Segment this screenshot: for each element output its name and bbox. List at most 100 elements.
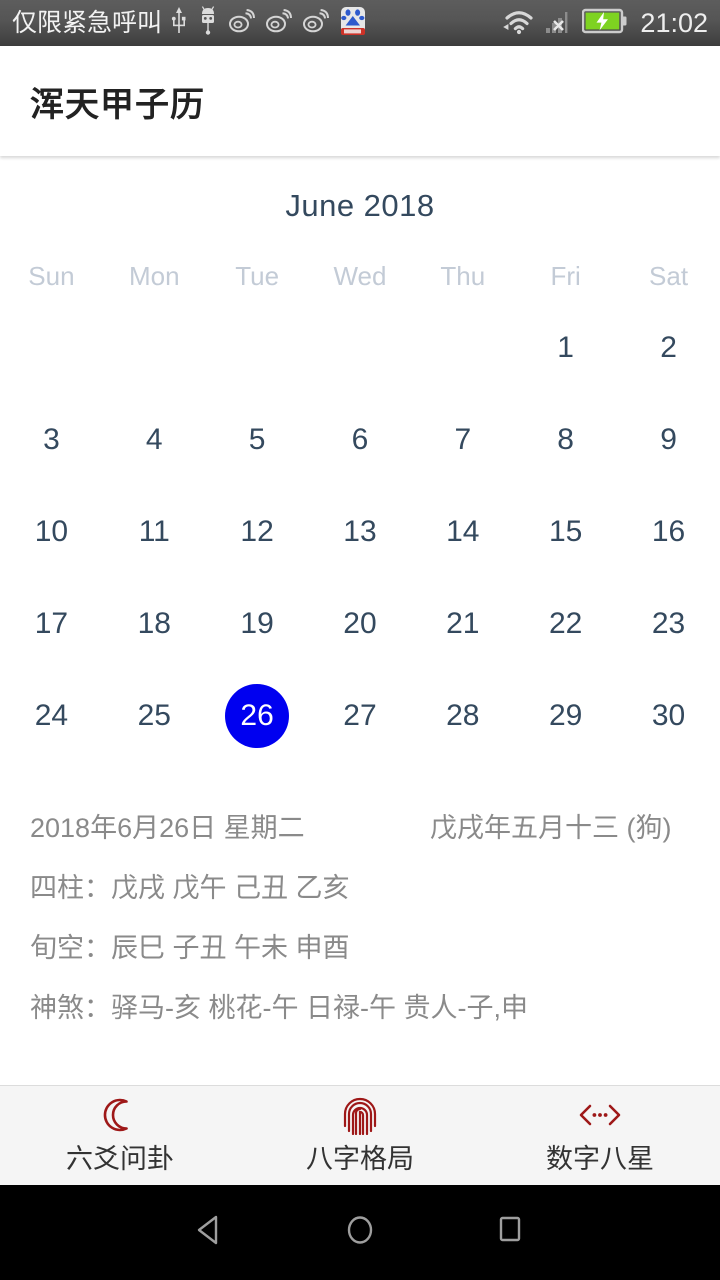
calendar-day-number: 4 [145,423,163,456]
tab-bazi-pattern[interactable]: 八字格局 [240,1095,480,1176]
status-clock: 21:02 [640,7,708,38]
page-title: 浑天甲子历 [30,85,205,124]
calendar-day-number: 14 [446,515,480,548]
calendar-day-cell[interactable]: 4 [103,394,206,486]
calendar-day-empty [103,302,206,394]
weekday-header-thu: Thu [440,260,486,291]
calendar-day-number: 5 [248,423,266,456]
calendar-day-number: 11 [138,515,170,548]
weekday-header-fri: Fri [550,260,581,291]
calendar-week-row: 12 [0,302,720,394]
calendar-day-cell[interactable]: 24 [0,670,103,762]
calendar-day-cell[interactable]: 30 [617,670,720,762]
calendar-day-cell[interactable]: 3 [0,394,103,486]
calendar-day-cell[interactable]: 28 [411,670,514,762]
calendar-day-cell[interactable]: 6 [309,394,412,486]
calendar-day-cell[interactable]: 1 [514,302,617,394]
recents-button[interactable] [435,1213,585,1252]
baidu-icon [340,6,366,41]
weibo-icon [266,8,293,38]
calendar-day-cell[interactable]: 8 [514,394,617,486]
calendar-day-cell[interactable]: 20 [309,578,412,670]
tab-liuyao-divination[interactable]: 六爻问卦 [0,1095,240,1176]
calendar-day-cell[interactable]: 25 [103,670,206,762]
status-notification-icons [171,5,366,41]
no-sim-signal-icon [545,7,573,40]
calendar-day-empty [0,302,103,394]
back-button[interactable] [135,1213,285,1252]
weekday-header-wed: Wed [333,260,387,291]
calendar-day-number: 17 [34,607,69,640]
calendar-day-cell[interactable]: 23 [617,578,720,670]
calendar-day-cell[interactable]: 14 [411,486,514,578]
calendar-week-row: 10 11 12 13 14 15 16 [0,486,720,578]
calendar-day-number: 2 [660,331,677,364]
lunar-date: 戊戌年五月十三 (狗) [430,813,672,843]
calendar-day-number: 8 [557,423,574,456]
calendar-day-number: 21 [446,607,480,640]
calendar-day-selected[interactable]: 26 [206,670,309,762]
usb-icon [171,6,187,40]
calendar-week-row: 3 4 5 6 7 8 9 [0,394,720,486]
back-icon [193,1213,227,1252]
calendar-day-number: 10 [34,515,69,548]
weekday-header-mon: Mon [128,260,180,291]
calendar-weekday-row: Sun Mon Tue Wed Thu Fri Sat [0,250,720,302]
calendar-day-number: 9 [660,423,677,456]
calendar-day-cell[interactable]: 16 [617,486,720,578]
info-row-date: 2018年6月26日 星期二 戊戌年五月十三 (狗) [30,798,720,858]
android-nav-bar [0,1185,720,1280]
carrier-label: 仅限紧急呼叫 [12,8,163,37]
calendar-day-empty [309,302,412,394]
status-bar: 仅限紧急呼叫 21:02 [0,0,720,46]
calendar-day-number: 3 [43,423,60,456]
calendar-day-cell[interactable]: 9 [617,394,720,486]
calendar-day-number: 23 [651,607,686,640]
calendar-day-cell[interactable]: 15 [514,486,617,578]
bottom-tab-bar: 六爻问卦 八字格局 数字八星 [0,1085,720,1185]
info-row-four-pillars: 四柱：戊戌 戊午 己丑 乙亥 [30,873,350,903]
weibo-icon [229,8,256,38]
calendar-day-cell[interactable]: 2 [617,302,720,394]
calendar-day-number: 6 [351,423,369,456]
calendar-day-cell[interactable]: 18 [103,578,206,670]
calendar-day-cell[interactable]: 22 [514,578,617,670]
calendar-day-number: 20 [343,607,377,640]
calendar-day-cell[interactable]: 29 [514,670,617,762]
calendar-month-label: June 2018 [285,188,435,223]
calendar-day-empty [411,302,514,394]
calendar-day-cell[interactable]: 10 [0,486,103,578]
calendar-day-number: 7 [454,423,472,456]
tab-numeric-eight-stars[interactable]: 数字八星 [480,1095,720,1176]
calendar-day-empty [206,302,309,394]
calendar-day-cell[interactable]: 19 [206,578,309,670]
calendar-day-number: 13 [343,515,377,548]
battery-charging-icon [582,8,628,39]
calendar-day-cell[interactable]: 17 [0,578,103,670]
info-row-xunkong: 旬空：辰巳 子丑 午未 申酉 [30,933,350,963]
weekday-header-sun: Sun [28,260,75,291]
status-system-icons: 21:02 [502,7,708,40]
calendar-day-cell[interactable]: 13 [309,486,412,578]
calendar-day-cell[interactable]: 21 [411,578,514,670]
calendar-day-cell[interactable]: 5 [206,394,309,486]
calendar-day-number: 25 [137,699,171,732]
calendar-day-number: 24 [34,699,69,732]
calendar-day-number: 29 [548,699,583,732]
calendar-day-number: 18 [137,607,171,640]
app-bar: 浑天甲子历 [0,46,720,156]
calendar-grid[interactable]: Sun Mon Tue Wed Thu Fri Sat 1 2 3 4 5 6 7 8 9 10 1… [0,250,720,762]
calendar-day-cell[interactable]: 27 [309,670,412,762]
calendar-day-cell[interactable]: 11 [103,486,206,578]
calendar-day-cell[interactable]: 12 [206,486,309,578]
selected-day-badge: 26 [225,684,290,748]
calendar-day-cell[interactable]: 7 [411,394,514,486]
calendar-day-number: 16 [651,515,686,548]
tab-label-liuyao: 六爻问卦 [66,1144,174,1174]
date-info-panel: 2018年6月26日 星期二 戊戌年五月十三 (狗) 四柱：戊戌 戊午 己丑 乙… [0,798,720,1038]
home-button[interactable] [285,1213,435,1252]
tab-label-numeric: 数字八星 [546,1144,654,1174]
wifi-icon [502,7,536,40]
weekday-header-tue: Tue [235,260,280,291]
info-row-shensha: 神煞：驿马-亥 桃花-午 日禄-午 贵人-子,申 [30,993,528,1023]
